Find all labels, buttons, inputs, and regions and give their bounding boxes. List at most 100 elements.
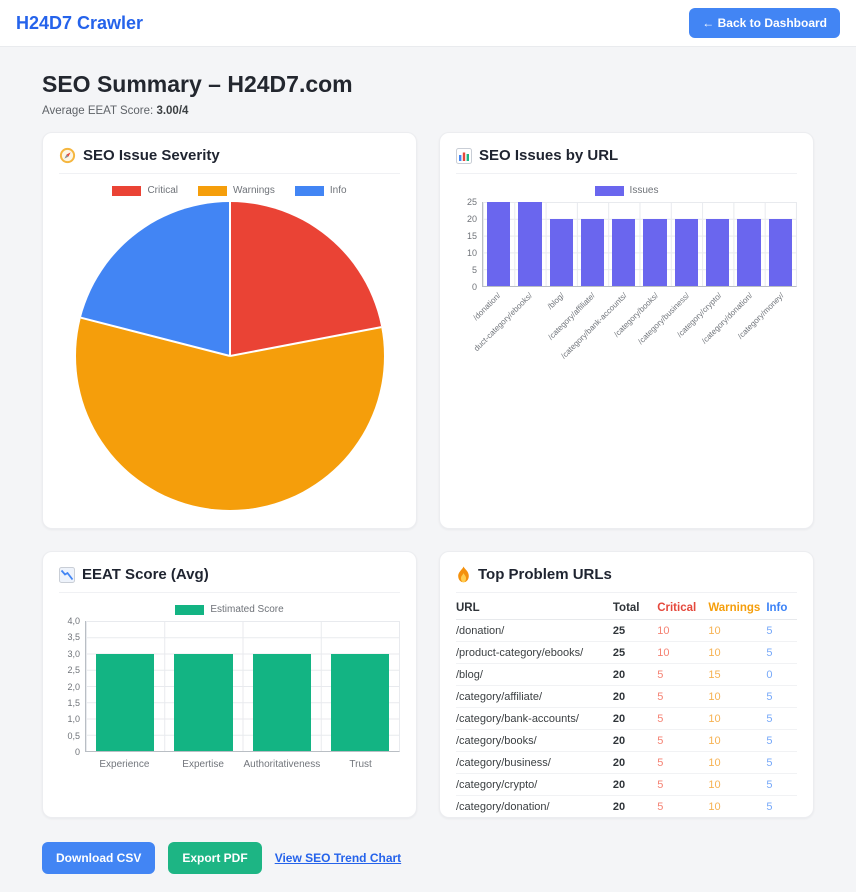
cell-url: /donation/ <box>456 620 613 642</box>
issues-bar[interactable] <box>612 219 635 286</box>
card-title-top-urls: Top Problem URLs <box>456 566 797 593</box>
severity-pie-wrap <box>59 202 400 510</box>
pie-slice-divider <box>80 317 230 357</box>
cell-total: 20 <box>613 664 657 686</box>
severity-pie[interactable] <box>76 202 384 510</box>
cell-total: 20 <box>613 774 657 796</box>
y-tick-label: 5 <box>472 265 477 275</box>
x-tick-label: Authoritativeness <box>243 759 322 770</box>
legend-item[interactable]: Issues <box>595 185 659 196</box>
y-tick-label: 1,0 <box>67 714 80 724</box>
table-header-total: Total <box>613 596 657 620</box>
export-pdf-button[interactable]: Export PDF <box>168 842 261 874</box>
top-problem-urls-table: URLTotalCriticalWarningsInfo /donation/2… <box>456 596 797 818</box>
y-tick-label: 2,0 <box>67 682 80 692</box>
cell-total: 20 <box>613 752 657 774</box>
issues-bar[interactable] <box>550 219 573 286</box>
table-row: /donation/2510105 <box>456 620 797 642</box>
table-row: /category/affiliate/205105 <box>456 686 797 708</box>
issues-x-labels: /donation/duct-category/ebooks//blog//ca… <box>482 287 797 361</box>
cell-warnings: 10 <box>708 686 766 708</box>
table-header-info: Info <box>766 596 797 620</box>
cell-info: 5 <box>766 730 797 752</box>
x-tick: duct-category/ebooks/ <box>514 287 546 361</box>
back-to-dashboard-button[interactable]: ← Back to Dashboard <box>689 8 840 38</box>
legend-item[interactable]: Info <box>295 185 347 196</box>
eeat-plot[interactable] <box>85 621 400 752</box>
cell-url: /category/donation/ <box>456 796 613 818</box>
issues-bar[interactable] <box>675 219 698 286</box>
cell-total: 20 <box>613 818 657 819</box>
cell-url: /category/bank-accounts/ <box>456 708 613 730</box>
cell-total: 20 <box>613 708 657 730</box>
x-tick-label: Experience <box>85 759 164 770</box>
y-tick-label: 4,0 <box>67 616 80 626</box>
cell-critical: 10 <box>657 642 708 664</box>
table-header-url: URL <box>456 596 613 620</box>
eeat-bar[interactable] <box>96 654 154 752</box>
issues-plot[interactable] <box>482 202 797 287</box>
legend-swatch <box>295 186 324 196</box>
cell-warnings: 10 <box>708 708 766 730</box>
chart-decreasing-icon <box>59 567 75 583</box>
issues-bar[interactable] <box>643 219 666 286</box>
average-eeat-score: Average EEAT Score: 3.00/4 <box>42 105 814 117</box>
cell-total: 20 <box>613 796 657 818</box>
cell-info: 5 <box>766 686 797 708</box>
eeat-bar[interactable] <box>253 654 311 752</box>
cell-url: /category/crypto/ <box>456 774 613 796</box>
table-row: /category/business/205105 <box>456 752 797 774</box>
cell-info: 5 <box>766 620 797 642</box>
download-csv-button[interactable]: Download CSV <box>42 842 155 874</box>
cell-total: 20 <box>613 730 657 752</box>
x-tick-label: Expertise <box>164 759 243 770</box>
main-content: SEO Summary – H24D7.com Average EEAT Sco… <box>0 47 856 892</box>
y-tick-label: 0,5 <box>67 731 80 741</box>
issues-bar[interactable] <box>487 202 510 286</box>
y-tick-label: 1,5 <box>67 698 80 708</box>
legend-item[interactable]: Warnings <box>198 185 275 196</box>
average-eeat-score-value: 3.00/4 <box>156 105 188 117</box>
issues-bar[interactable] <box>581 219 604 286</box>
legend-label: Warnings <box>233 185 275 196</box>
eeat-chart: 4,03,53,02,52,01,51,00,50 ExperienceExpe… <box>59 621 400 770</box>
legend-swatch <box>175 605 204 615</box>
x-tick-label: Trust <box>321 759 400 770</box>
card-title-eeat: EEAT Score (Avg) <box>59 566 400 593</box>
table-row: /category/bank-accounts/205105 <box>456 708 797 730</box>
legend-swatch <box>112 186 141 196</box>
issues-bar[interactable] <box>518 202 541 286</box>
legend-swatch <box>198 186 227 196</box>
legend-label: Issues <box>630 185 659 196</box>
cell-total: 25 <box>613 642 657 664</box>
legend-item[interactable]: Estimated Score <box>175 604 283 615</box>
cell-critical: 5 <box>657 686 708 708</box>
top-bar: H24D7 Crawler ← Back to Dashboard <box>0 0 856 47</box>
issues-bar[interactable] <box>769 219 792 286</box>
table-row: /category/crypto/205105 <box>456 774 797 796</box>
view-seo-trend-chart-link[interactable]: View SEO Trend Chart <box>275 851 401 865</box>
cell-url: /category/business/ <box>456 752 613 774</box>
issues-bar[interactable] <box>737 219 760 286</box>
footer-actions: Download CSV Export PDF View SEO Trend C… <box>42 842 814 874</box>
cell-warnings: 10 <box>708 620 766 642</box>
y-tick-label: 0 <box>472 282 477 292</box>
cell-warnings: 10 <box>708 796 766 818</box>
table-row: /blog/205150 <box>456 664 797 686</box>
cell-info: 0 <box>766 664 797 686</box>
eeat-bar[interactable] <box>331 654 389 752</box>
eeat-y-axis: 4,03,53,02,52,01,51,00,50 <box>59 621 85 752</box>
table-row: /category/money/205105 <box>456 818 797 819</box>
issues-bar[interactable] <box>706 219 729 286</box>
fire-icon <box>456 566 471 583</box>
cell-info: 5 <box>766 708 797 730</box>
eeat-x-labels: ExperienceExpertiseAuthoritativenessTrus… <box>85 759 400 770</box>
table-header-warnings: Warnings <box>708 596 766 620</box>
card-seo-issues-by-url: SEO Issues by URL Issues 2520151050 /don… <box>439 132 814 529</box>
legend-item[interactable]: Critical <box>112 185 178 196</box>
y-tick-label: 25 <box>467 197 477 207</box>
eeat-bar[interactable] <box>174 654 232 752</box>
pie-slice-divider <box>229 326 381 357</box>
cell-total: 25 <box>613 620 657 642</box>
table-header-row: URLTotalCriticalWarningsInfo <box>456 596 797 620</box>
